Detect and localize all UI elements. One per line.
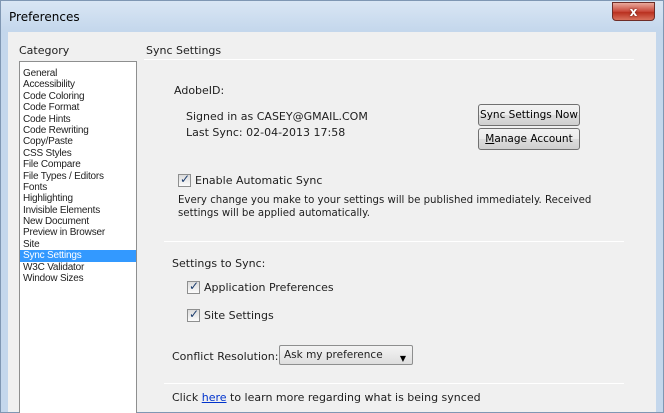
- category-item-w3c-validator[interactable]: W3C Validator: [20, 262, 136, 273]
- category-item-fonts[interactable]: Fonts: [20, 182, 136, 193]
- chevron-down-icon: ▼: [399, 354, 406, 363]
- manage-account-label: Manage Account: [485, 133, 573, 145]
- check-icon: ✓: [189, 307, 200, 321]
- section-title-divider: [144, 59, 634, 60]
- auto-sync-description-line2: settings will be applied automatically.: [178, 208, 370, 219]
- manage-account-button[interactable]: Manage Account: [478, 128, 580, 150]
- category-item-code-coloring[interactable]: Code Coloring: [20, 91, 136, 102]
- category-item-file-compare[interactable]: File Compare: [20, 159, 136, 170]
- category-item-window-sizes[interactable]: Window Sizes: [20, 273, 136, 284]
- category-item-invisible-elements[interactable]: Invisible Elements: [20, 205, 136, 216]
- category-item-sync-settings[interactable]: Sync Settings: [20, 250, 136, 262]
- site-settings-checkbox[interactable]: ✓: [187, 307, 200, 322]
- footer-divider: [164, 383, 624, 384]
- window-title: Preferences: [9, 10, 80, 24]
- category-item-css-styles[interactable]: CSS Styles: [20, 148, 136, 159]
- check-icon: ✓: [180, 172, 191, 186]
- conflict-resolution-label: Conflict Resolution:: [172, 350, 279, 363]
- footer-prefix: Click: [172, 391, 202, 404]
- conflict-resolution-value: Ask my preference: [284, 349, 383, 361]
- adobe-id-label: AdobeID:: [174, 84, 225, 97]
- footer-text: Click here to learn more regarding what …: [172, 391, 481, 404]
- category-item-general[interactable]: General: [20, 68, 136, 79]
- enable-auto-sync-checkbox[interactable]: ✓: [178, 172, 191, 187]
- learn-more-link[interactable]: here: [202, 391, 227, 404]
- category-list[interactable]: General Accessibility Code Coloring Code Fo…: [19, 61, 137, 413]
- category-item-preview-in-browser[interactable]: Preview in Browser: [20, 227, 136, 238]
- sync-settings-now-button[interactable]: Sync Settings Now: [478, 104, 580, 126]
- category-item-site[interactable]: Site: [20, 239, 136, 250]
- app-prefs-label[interactable]: Application Preferences: [204, 281, 334, 294]
- signed-in-text: Signed in as CASEY@GMAIL.COM: [186, 110, 368, 123]
- category-item-copy-paste[interactable]: Copy/Paste: [20, 136, 136, 147]
- category-item-code-rewriting[interactable]: Code Rewriting: [20, 125, 136, 136]
- close-icon: x: [629, 4, 638, 19]
- category-item-code-format[interactable]: Code Format: [20, 102, 136, 113]
- last-sync-text: Last Sync: 02-04-2013 17:58: [186, 126, 346, 139]
- section-title: Sync Settings: [146, 44, 222, 57]
- auto-sync-divider: [164, 241, 624, 242]
- enable-auto-sync-label[interactable]: Enable Automatic Sync: [195, 174, 322, 187]
- app-prefs-checkbox[interactable]: ✓: [187, 279, 200, 294]
- category-item-new-document[interactable]: New Document: [20, 216, 136, 227]
- settings-to-sync-label: Settings to Sync:: [172, 257, 266, 270]
- conflict-resolution-select[interactable]: Ask my preference ▼: [279, 345, 413, 365]
- category-label: Category: [19, 44, 70, 57]
- close-button[interactable]: x: [612, 2, 655, 21]
- category-item-highlighting[interactable]: Highlighting: [20, 193, 136, 204]
- category-item-file-types-editors[interactable]: File Types / Editors: [20, 171, 136, 182]
- site-settings-label[interactable]: Site Settings: [204, 309, 274, 322]
- auto-sync-description-line1: Every change you make to your settings w…: [178, 195, 592, 206]
- category-item-accessibility[interactable]: Accessibility: [20, 79, 136, 90]
- check-icon: ✓: [189, 279, 200, 293]
- category-item-code-hints[interactable]: Code Hints: [20, 114, 136, 125]
- sync-settings-now-label: Sync Settings Now: [480, 109, 578, 121]
- title-bar[interactable]: Preferences x: [1, 1, 663, 32]
- footer-suffix: to learn more regarding what is being sy…: [226, 391, 481, 404]
